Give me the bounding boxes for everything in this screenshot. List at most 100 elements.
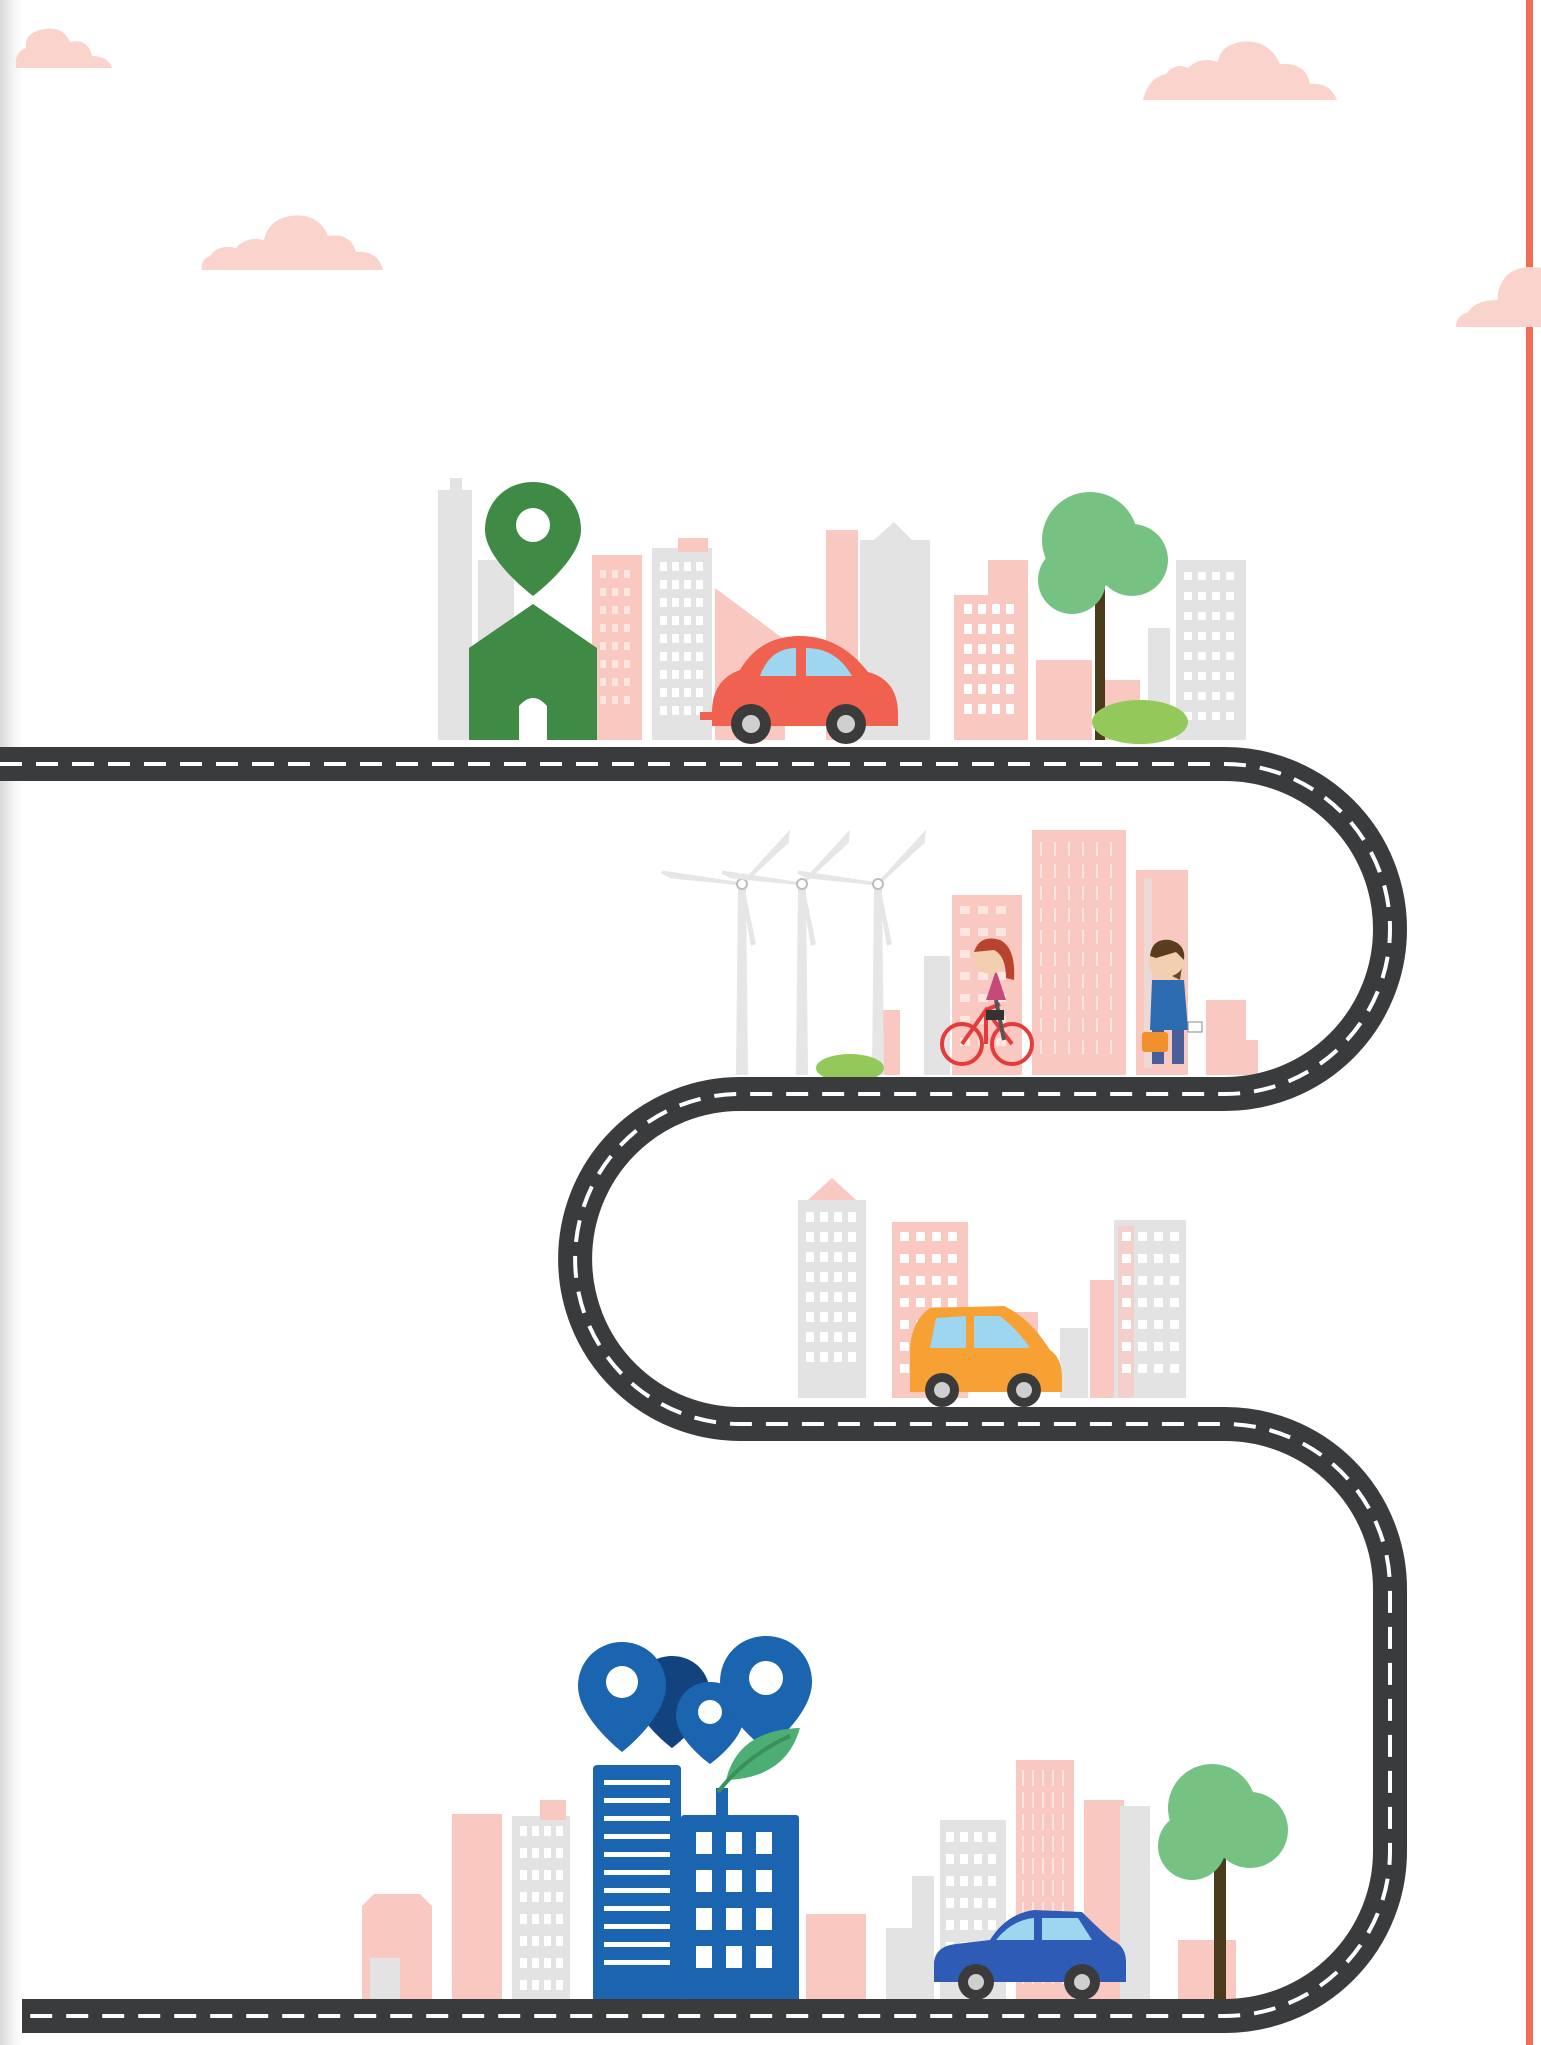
window	[1054, 930, 1056, 944]
window	[604, 1960, 670, 1965]
window	[604, 1780, 670, 1785]
window	[660, 598, 667, 607]
window	[612, 660, 618, 668]
window	[1042, 1770, 1044, 1786]
window	[1068, 974, 1070, 988]
window	[916, 1254, 925, 1263]
window	[520, 1848, 527, 1858]
window	[1054, 974, 1056, 988]
window	[1006, 604, 1014, 614]
window	[1040, 842, 1042, 856]
window	[660, 634, 667, 643]
window	[1062, 1814, 1064, 1830]
window	[1110, 996, 1112, 1010]
window	[1154, 1298, 1163, 1307]
window	[960, 972, 970, 980]
window	[672, 634, 679, 643]
window	[960, 1876, 968, 1886]
window	[1138, 1342, 1147, 1351]
window	[1068, 864, 1070, 878]
window	[1122, 1276, 1131, 1285]
window	[1082, 864, 1084, 878]
window	[604, 1888, 670, 1893]
window	[604, 1798, 670, 1803]
window	[660, 652, 667, 661]
window	[1082, 886, 1084, 900]
window	[916, 1298, 925, 1307]
window	[1052, 1836, 1054, 1852]
window	[1032, 1858, 1034, 1874]
window	[1226, 692, 1234, 700]
window	[1226, 632, 1234, 640]
window	[1022, 1770, 1024, 1786]
window	[520, 1914, 527, 1924]
window	[660, 562, 667, 571]
window	[948, 1276, 957, 1285]
tree-icon	[1158, 1764, 1288, 2002]
window	[1198, 572, 1206, 580]
window	[964, 664, 972, 674]
window	[1022, 1858, 1024, 1874]
window	[960, 1920, 968, 1930]
window	[946, 1898, 954, 1908]
window	[848, 1332, 856, 1342]
window	[1170, 1320, 1179, 1329]
window	[756, 1870, 772, 1892]
window	[612, 624, 618, 632]
window	[600, 588, 606, 596]
window	[1198, 672, 1206, 680]
window	[696, 1908, 712, 1930]
window	[1042, 1858, 1044, 1874]
window	[900, 1254, 909, 1263]
window	[992, 624, 1000, 634]
window	[978, 906, 988, 914]
window	[1052, 1880, 1054, 1896]
window	[834, 1332, 842, 1342]
window	[1110, 974, 1112, 988]
window	[684, 580, 691, 589]
window	[684, 562, 691, 571]
window	[1068, 952, 1070, 966]
window	[978, 684, 986, 694]
window	[1054, 908, 1056, 922]
window	[1096, 930, 1098, 944]
window	[1198, 632, 1206, 640]
window	[834, 1292, 842, 1302]
window	[604, 1942, 670, 1947]
window	[1052, 1792, 1054, 1808]
window	[1184, 672, 1192, 680]
window	[1096, 974, 1098, 988]
window	[1040, 930, 1042, 944]
window	[806, 1212, 814, 1222]
window	[1154, 1254, 1163, 1263]
window	[1022, 1814, 1024, 1830]
cloud-icon	[15, 28, 112, 68]
window	[916, 1232, 925, 1241]
window	[1170, 1364, 1179, 1373]
window	[1138, 1276, 1147, 1285]
window	[1082, 930, 1084, 944]
window	[520, 1870, 527, 1880]
window	[992, 604, 1000, 614]
location-pin-icon	[578, 1642, 666, 1752]
window	[1068, 1018, 1070, 1032]
window	[1212, 632, 1220, 640]
window	[988, 1920, 996, 1930]
window	[946, 1854, 954, 1864]
window	[1040, 886, 1042, 900]
window	[1006, 704, 1014, 714]
window	[726, 1832, 742, 1854]
window	[1110, 1018, 1112, 1032]
window	[1062, 1792, 1064, 1808]
window	[672, 616, 679, 625]
window	[544, 1914, 551, 1924]
window	[556, 1892, 563, 1902]
cloud-icon	[1143, 41, 1337, 100]
window	[1082, 974, 1084, 988]
window	[1122, 1254, 1131, 1263]
window	[1138, 1364, 1147, 1373]
window	[1040, 1018, 1042, 1032]
window	[660, 616, 667, 625]
window	[1052, 1770, 1054, 1786]
window	[672, 598, 679, 607]
